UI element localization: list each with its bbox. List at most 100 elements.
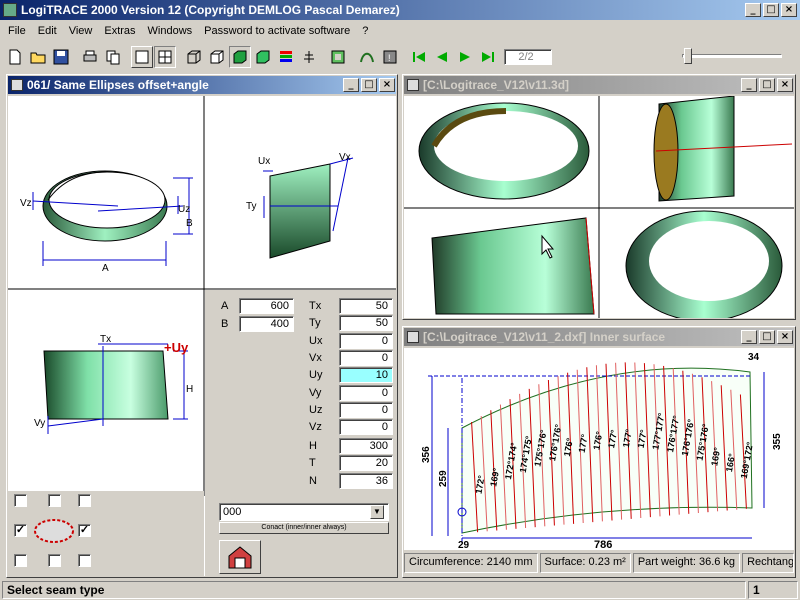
left-close-button[interactable]: ×: [379, 78, 395, 92]
seam-type-value: 000: [223, 506, 242, 518]
seam-checkbox-bottom-right[interactable]: [78, 554, 91, 567]
left-window-title: 061/ Same Ellipses offset+angle: [27, 78, 209, 92]
print-icon[interactable]: [79, 46, 101, 68]
dim-label-uz: Uz: [178, 204, 190, 215]
menu-extras[interactable]: Extras: [98, 22, 141, 42]
menu-view[interactable]: View: [63, 22, 99, 42]
front-view-cylinder: [43, 343, 188, 434]
ring-perspective-bottom-right: [625, 210, 783, 322]
smooth-shaded-icon[interactable]: [252, 46, 274, 68]
seam-checkbox-bottom-middle[interactable]: [48, 554, 61, 567]
seam-type-select[interactable]: 000 ▼: [219, 503, 389, 521]
zoom-slider[interactable]: [682, 47, 782, 67]
last-page-icon[interactable]: [477, 46, 499, 68]
dxf-canvas[interactable]: 172° 169° 172°174° 174°175° 175°176° 176°176°…: [404, 348, 794, 551]
left-minimize-button[interactable]: _: [343, 78, 359, 92]
param-t-field[interactable]: 20: [339, 455, 393, 471]
surface-readout: Surface: 0.23 m²: [539, 553, 631, 573]
param-vx-field[interactable]: 0: [339, 350, 393, 366]
seam-checkbox-mid-left[interactable]: ✓: [14, 524, 27, 537]
document-icon: [11, 79, 23, 91]
seam-checkbox-top-left[interactable]: [14, 494, 27, 507]
dxf-maximize-button[interactable]: □: [759, 330, 775, 344]
dim-label-tx: Tx: [100, 334, 111, 345]
param-b-label: B: [221, 318, 229, 330]
page-indicator-field[interactable]: 2/2: [504, 49, 552, 65]
chevron-down-icon[interactable]: ▼: [370, 505, 384, 519]
param-uy-field[interactable]: 10: [339, 367, 393, 383]
menu-windows[interactable]: Windows: [142, 22, 199, 42]
dim-label-vz: Vz: [20, 198, 32, 209]
minimize-button[interactable]: _: [745, 3, 761, 17]
view3d-close-button[interactable]: ×: [777, 78, 793, 92]
info-icon[interactable]: !: [379, 46, 401, 68]
copy-icon[interactable]: [102, 46, 124, 68]
seam-checkbox-top-middle[interactable]: [48, 494, 61, 507]
seam-checkbox-mid-right[interactable]: ✓: [78, 524, 91, 537]
curve-icon[interactable]: [356, 46, 378, 68]
view-quad-icon[interactable]: [154, 46, 176, 68]
dim-label-vx: Vx: [339, 152, 351, 163]
dxf-dim-right: 355: [772, 433, 783, 450]
next-page-icon[interactable]: [454, 46, 476, 68]
zoom-slider-thumb[interactable]: [684, 48, 692, 64]
param-tx-label: Tx: [309, 300, 322, 312]
first-page-icon[interactable]: [408, 46, 430, 68]
tree-icon[interactable]: [298, 46, 320, 68]
view-single-icon[interactable]: [131, 46, 153, 68]
prev-page-icon[interactable]: [431, 46, 453, 68]
menu-file[interactable]: File: [2, 22, 32, 42]
seam-checkbox-bottom-left[interactable]: [14, 554, 27, 567]
save-icon[interactable]: [50, 46, 72, 68]
app-icon: [3, 3, 17, 17]
param-a-label: A: [221, 300, 229, 312]
dxf-dim-width: 786: [594, 539, 612, 550]
dim-label-uy: +Uy: [164, 340, 189, 355]
dxf-status-strip: Circumference: 2140 mm Surface: 0.23 m² …: [404, 553, 794, 573]
param-vz-field[interactable]: 0: [339, 419, 393, 435]
left-maximize-button[interactable]: □: [361, 78, 377, 92]
frame-icon[interactable]: [327, 46, 349, 68]
param-b-field[interactable]: 400: [239, 316, 294, 332]
param-n-field[interactable]: 36: [339, 473, 393, 489]
seam-ellipse-icon[interactable]: [32, 516, 76, 546]
print-house-icon[interactable]: [219, 540, 261, 574]
param-ty-field[interactable]: 50: [339, 315, 393, 331]
shaded-box-icon[interactable]: [229, 46, 251, 68]
seam-selector: ✓ ✓: [8, 491, 204, 576]
view3d-maximize-button[interactable]: □: [759, 78, 775, 92]
param-vy-field[interactable]: 0: [339, 385, 393, 401]
open-folder-icon[interactable]: [27, 46, 49, 68]
menu-password[interactable]: Password to activate software: [198, 22, 356, 42]
color-palette-icon[interactable]: [275, 46, 297, 68]
status-message: Select seam type: [2, 581, 746, 599]
dxf-close-button[interactable]: ×: [777, 330, 793, 344]
dxf-dim-left-outer: 356: [421, 446, 432, 463]
hidden-line-box-icon[interactable]: [206, 46, 228, 68]
new-file-icon[interactable]: [4, 46, 26, 68]
view3d-minimize-button[interactable]: _: [741, 78, 757, 92]
view3d-doc-icon: [407, 79, 419, 91]
maximize-button[interactable]: □: [763, 3, 779, 17]
param-n-label: N: [309, 475, 317, 487]
wireframe-box-icon[interactable]: [183, 46, 205, 68]
dxf-minimize-button[interactable]: _: [741, 330, 757, 344]
ring-perspective-top-left: [418, 102, 590, 200]
param-tx-field[interactable]: 50: [339, 298, 393, 314]
param-ux-field[interactable]: 0: [339, 333, 393, 349]
seam-checkbox-top-right[interactable]: [78, 494, 91, 507]
dxf-doc-icon: [407, 331, 419, 343]
menu-edit[interactable]: Edit: [32, 22, 63, 42]
view3d-title: [C:\Logitrace_V12\v11.3d]: [423, 78, 570, 92]
shape-readout: Rechtang: [742, 553, 794, 573]
param-h-field[interactable]: 300: [339, 438, 393, 454]
view3d-canvas[interactable]: [404, 95, 794, 322]
menu-bar: File Edit View Extras Windows Password t…: [2, 22, 798, 42]
status-bar: Select seam type 1: [0, 580, 800, 600]
param-uz-field[interactable]: 0: [339, 402, 393, 418]
contact-button[interactable]: Conact (inner/inner always): [219, 522, 389, 534]
close-button[interactable]: ×: [781, 3, 797, 17]
menu-help[interactable]: ?: [356, 22, 374, 42]
param-a-field[interactable]: 600: [239, 298, 294, 314]
dim-label-a: A: [102, 263, 109, 274]
